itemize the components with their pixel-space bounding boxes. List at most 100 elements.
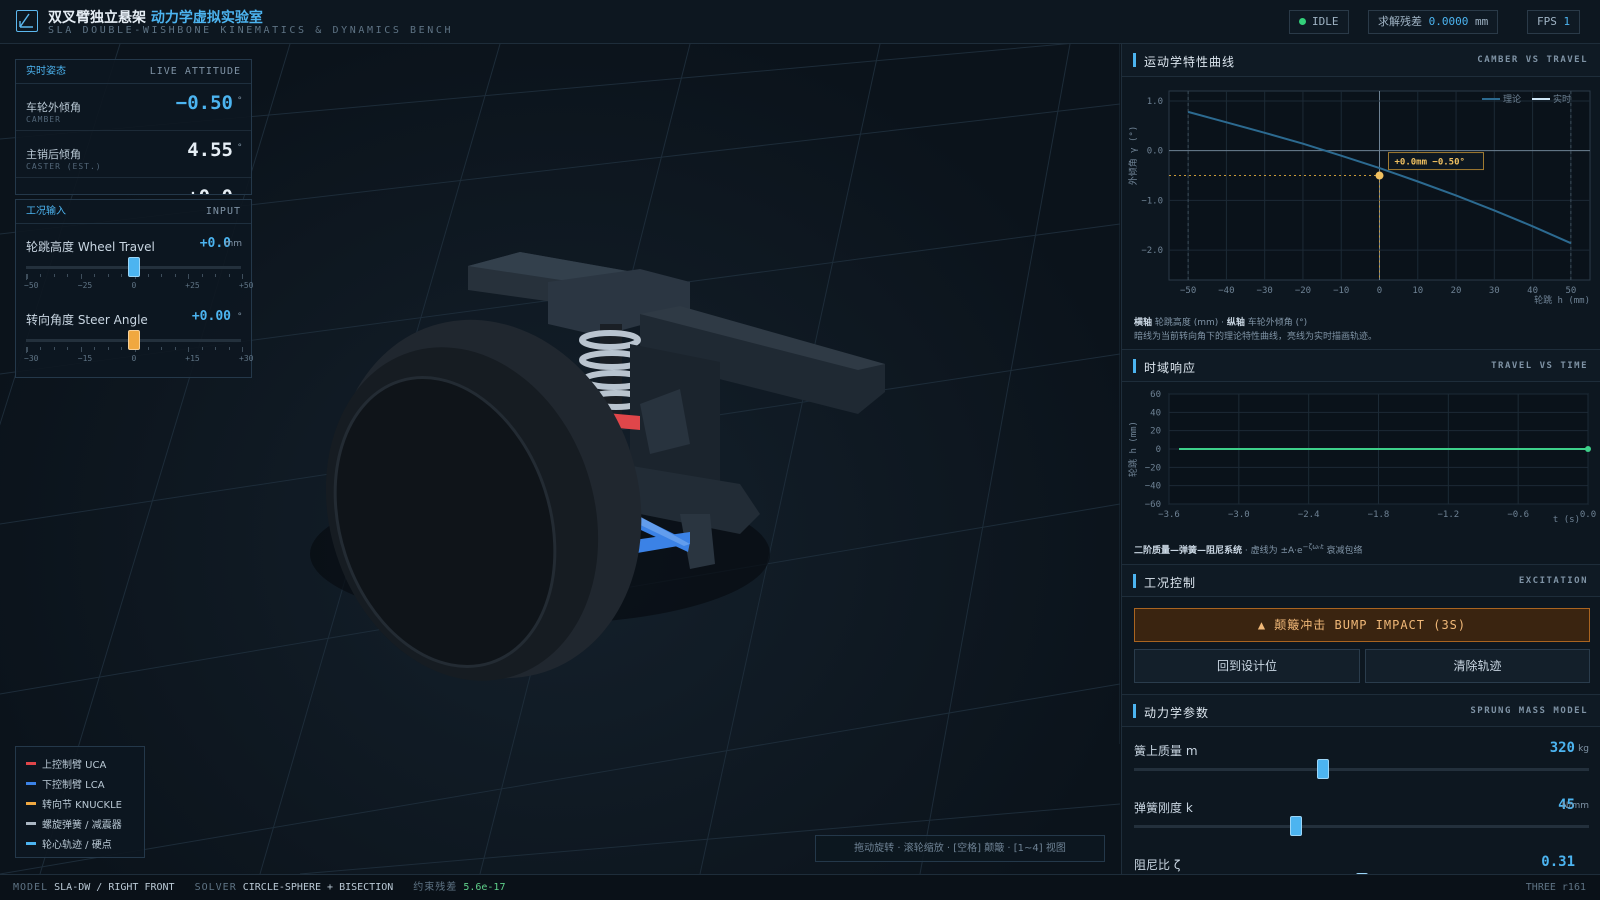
dynamics-header: 动力学参数 SPRUNG MASS MODEL (1122, 694, 1600, 727)
control-title: 工况控制 (1144, 576, 1197, 590)
3d-viewport[interactable]: 实时姿态 LIVE ATTITUDE 车轮外倾角 CAMBER −0.50 ° 主销后倾… (0, 44, 1120, 874)
y-tick-label: 0 (1156, 445, 1161, 455)
fps-label: FPS (1537, 15, 1557, 28)
cursor-label: +0.0mm −0.50° (1395, 158, 1465, 168)
footer-solver-val: CIRCLE-SPHERE + BISECTION (242, 882, 394, 893)
y-tick-label: 40 (1150, 408, 1161, 418)
control-buttons: ▲ 颠簸冲击 BUMP IMPACT (3S) 回到设计位 清除轨迹 (1122, 597, 1600, 694)
input-panel: 工况输入 INPUT 轮跳高度 Wheel Travel +0.0 mm −50 −25… (15, 199, 253, 378)
legend-label: 转向节 KNUCKLE (42, 799, 122, 811)
attitude-header: 实时姿态 LIVE ATTITUDE (16, 60, 251, 84)
footer-solver-key: SOLVER (194, 882, 237, 893)
legend-item: 转向节 KNUCKLE (26, 793, 144, 813)
clear-trace-button[interactable]: 清除轨迹 (1365, 649, 1590, 683)
viewport-hint: 拖动旋转 · 滚轮缩放 · [空格] 颠簸 · [1~4] 视图 (815, 835, 1105, 862)
legend-label: 上控制臂 UCA (42, 759, 107, 771)
slider-tick (40, 347, 42, 350)
x-tick-label: −1.8 (1368, 510, 1390, 520)
slider-tick-label: −50 (24, 281, 39, 290)
legend-label: 螺旋弹簧 / 减震器 (42, 819, 122, 831)
slider-value: +0.00 (191, 309, 231, 324)
x-tick-label: 10 (1412, 286, 1423, 296)
residual-readout: 求解残差 0.0000 mm (1368, 10, 1499, 34)
legend-swatch (26, 801, 36, 805)
timeresp-header: 时域响应 TRAVEL VS TIME (1122, 349, 1600, 382)
dynamics-title-en: SPRUNG MASS MODEL (1470, 706, 1588, 716)
app-title-prefix: 双叉臂独立悬架 (48, 10, 146, 26)
app-logo-icon (16, 10, 38, 32)
steer-angle-slider[interactable]: 转向角度 Steer Angle +0.00 ° −30 −15 0 +15 +30 (16, 297, 253, 370)
slider-thumb[interactable] (127, 330, 140, 350)
param-unit: kg (1578, 744, 1589, 754)
section-accent-bar (1133, 359, 1136, 373)
attitude-sublabel: CAMBER (26, 115, 61, 124)
slider-thumb[interactable] (127, 257, 140, 277)
component-legend: 上控制臂 UCA 下控制臂 LCA 转向节 KNUCKLE 螺旋弹簧 / 减震器 轮心轨… (15, 746, 145, 858)
slider-tick (228, 347, 230, 350)
param-track[interactable] (1134, 768, 1589, 771)
attitude-row: 前束变化量TOE+0.0 (16, 178, 251, 194)
y-axis-label: 外倾角 γ (°) (1127, 126, 1139, 186)
attitude-label: 主销后倾角 (26, 148, 81, 161)
attitude-value: +0.0 (187, 186, 233, 194)
bump-impact-button[interactable]: ▲ 颠簸冲击 BUMP IMPACT (3S) (1134, 608, 1590, 642)
kinematics-title-en: CAMBER VS TRAVEL (1477, 55, 1588, 65)
slider-tick (67, 274, 69, 277)
slider-tick (53, 347, 55, 350)
slider-tick (174, 274, 176, 277)
slider-unit: mm (224, 239, 242, 249)
kinematics-title: 运动学特性曲线 (1144, 55, 1236, 69)
legend-swatch (26, 821, 36, 825)
travel-time-chart[interactable]: −3.6 −3.0 −2.4 −1.8 −1.2 −0.6 0.0 60 40 20 0 −20 −40… (1122, 382, 1600, 530)
slider-tick (188, 347, 190, 352)
slider-tick (147, 274, 149, 277)
param-thumb[interactable] (1316, 759, 1329, 779)
fps-readout: FPS 1 (1527, 10, 1581, 34)
slider-tick (215, 347, 217, 350)
legend-swatch (26, 761, 36, 765)
slider-label: 转向角度 Steer Angle (26, 313, 148, 327)
x-axis-label: 轮跳 h (mm) (1534, 294, 1590, 306)
attitude-sublabel: CASTER (EST.) (26, 162, 102, 171)
timeresp-title-en: TRAVEL VS TIME (1491, 361, 1588, 371)
slider-tick (94, 347, 96, 350)
slider-tick (174, 347, 176, 350)
dynamics-param-slider[interactable]: 阻尼比 ζ 0.31 (1134, 854, 1589, 874)
section-accent-bar (1133, 574, 1136, 588)
slider-tick-label: 0 (131, 281, 137, 290)
param-thumb[interactable] (1289, 816, 1302, 836)
slider-tick (147, 347, 149, 350)
header-bar: 双叉臂独立悬架 动力学虚拟实验室 SLA DOUBLE-WISHBONE KIN… (0, 0, 1600, 44)
slider-tick (188, 274, 190, 279)
param-unit: N/mm (1561, 801, 1589, 811)
status-badge: IDLE (1289, 10, 1349, 34)
dynamics-param-slider[interactable]: 簧上质量 m 320 kg (1134, 740, 1589, 792)
x-tick-label: −0.6 (1507, 510, 1529, 520)
input-title-en: INPUT (205, 206, 241, 217)
slider-tick (107, 274, 109, 277)
slider-tick (94, 274, 96, 277)
control-header: 工况控制 EXCITATION (1122, 564, 1600, 597)
attitude-label: 前束变化量 (26, 193, 81, 194)
timeresp-note-rest: · 虚线为 ±A·e (1244, 546, 1303, 556)
param-value: 320 (1549, 740, 1575, 756)
legend-swatch (26, 781, 36, 785)
wheel-travel-slider[interactable]: 轮跳高度 Wheel Travel +0.0 mm −50 −25 0 +25 +50 (16, 224, 253, 297)
input-header: 工况输入 INPUT (16, 200, 251, 224)
slider-tick (161, 274, 163, 277)
x-tick-label: −3.6 (1158, 510, 1180, 520)
attitude-value: 4.55 (187, 139, 233, 161)
slider-tick (201, 274, 203, 277)
dynamics-param-slider[interactable]: 弹簧刚度 k 45 N/mm (1134, 797, 1589, 849)
note-y-key: 纵轴 (1226, 318, 1245, 328)
camber-travel-chart[interactable]: −50 −40 −30 −20 −10 0 10 20 30 40 50 1.0 0.0 −1.0 −2.0… (1122, 77, 1600, 309)
slider-tick (80, 274, 82, 279)
legend-live-label: 实时 (1553, 93, 1571, 105)
control-title-en: EXCITATION (1518, 576, 1588, 586)
attitude-title-en: LIVE ATTITUDE (149, 66, 241, 77)
status-dot-icon (1299, 18, 1306, 25)
attitude-label: 车轮外倾角 (26, 101, 81, 114)
param-track[interactable] (1134, 825, 1589, 828)
x-tick-label: −50 (1180, 286, 1196, 296)
reset-design-position-button[interactable]: 回到设计位 (1134, 649, 1360, 683)
